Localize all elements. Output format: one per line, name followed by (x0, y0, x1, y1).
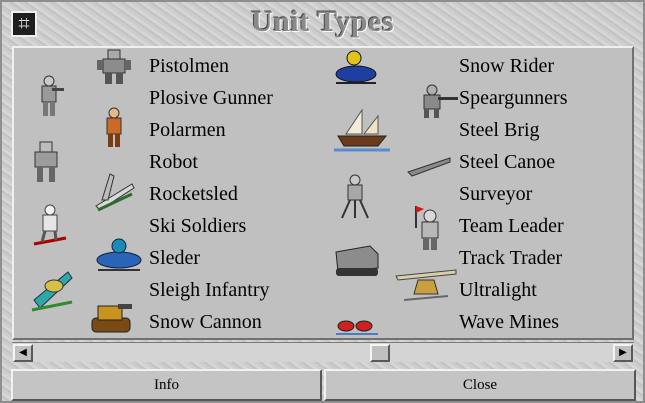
scroll-left-arrow-icon[interactable]: ◀ (13, 344, 33, 362)
unit-list-item[interactable]: Snow Rider (459, 54, 554, 78)
unit-list-item[interactable]: Surveyor (459, 182, 532, 206)
snow-rider-sprite-icon (335, 50, 377, 84)
unit-list-item[interactable]: Robot (149, 150, 198, 174)
wave-mines-sprite-icon (336, 320, 378, 335)
window-title: Unit Types (250, 5, 395, 38)
unit-list-panel[interactable]: Pistolmen Plosive Gunner Polarmen Robot … (12, 46, 634, 340)
polarman-sprite-icon (106, 107, 122, 147)
info-button[interactable]: Info (11, 369, 322, 401)
ski-soldier-sprite-icon (33, 204, 67, 246)
unit-list-item[interactable]: Steel Brig (459, 118, 540, 142)
unit-list-item[interactable]: Wave Mines (459, 310, 559, 334)
steel-canoe-sprite-icon (407, 157, 451, 177)
horizontal-scrollbar[interactable]: ◀ ▶ (12, 342, 634, 362)
unit-list-item[interactable]: Rocketsled (149, 182, 238, 206)
ultralight-sprite-icon (395, 269, 457, 301)
unit-list-item[interactable]: Polarmen (149, 118, 226, 142)
unit-list-item[interactable]: Steel Canoe (459, 150, 555, 174)
track-trader-sprite-icon (335, 245, 379, 276)
unit-list-item[interactable]: Sleder (149, 246, 200, 270)
unit-list-item[interactable]: Pistolmen (149, 54, 229, 78)
steel-brig-sprite-icon (334, 108, 390, 152)
unit-list-item[interactable]: Snow Cannon (149, 310, 262, 334)
unit-list-item[interactable]: Plosive Gunner (149, 86, 273, 110)
unit-list-item[interactable]: Sleigh Infantry (149, 278, 270, 302)
unit-list-item[interactable]: Team Leader (459, 214, 564, 238)
arctic-soldier-sprite-icon (41, 75, 64, 116)
surveyor-sprite-icon (341, 174, 369, 219)
sleigh-infantry-sprite-icon (31, 271, 73, 312)
unit-types-window: ⌗ Unit Types Pistolmen Plosive Gunner Po… (0, 0, 645, 403)
scroll-thumb[interactable] (370, 344, 390, 362)
team-leader-sprite-icon (415, 206, 439, 250)
unit-list-item[interactable]: Track Trader (459, 246, 562, 270)
robot-sprite-icon (97, 49, 131, 84)
speargunner-sprite-icon (423, 84, 458, 118)
unit-list-item[interactable]: Ultralight (459, 278, 537, 302)
title-bar: ⌗ Unit Types (2, 2, 643, 46)
unit-list-item[interactable]: Speargunners (459, 86, 568, 110)
scroll-right-arrow-icon[interactable]: ▶ (613, 344, 633, 362)
mech-sprite-icon (34, 141, 58, 182)
close-button[interactable]: Close (324, 369, 636, 401)
rocketsled-sprite-icon (95, 173, 135, 212)
unit-list-item[interactable]: Ski Soldiers (149, 214, 246, 238)
sleder-sprite-icon (96, 238, 142, 271)
snow-cannon-sprite-icon (91, 304, 132, 333)
